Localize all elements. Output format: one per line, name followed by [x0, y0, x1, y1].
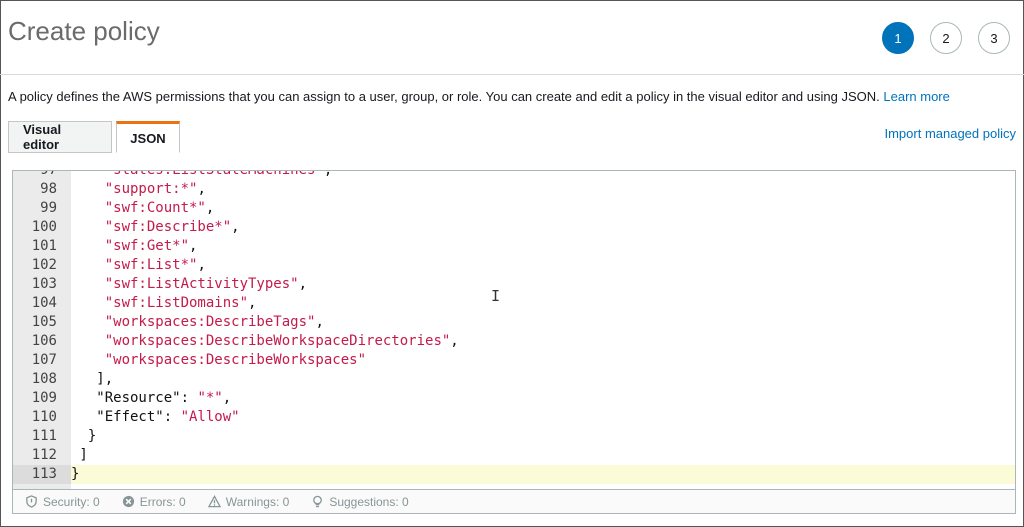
line-number: 113 [13, 465, 71, 484]
string-literal: "swf:Get*" [104, 238, 190, 254]
line-number: 109 [31, 390, 57, 406]
code-lines: 97 "states:ListStateMachines", 98 "suppor… [13, 170, 1015, 484]
learn-more-link[interactable]: Learn more [883, 89, 949, 104]
string-literal: "Allow" [180, 409, 240, 425]
line-number: 105 [31, 314, 57, 330]
code-text: "swf:ListActivityTypes", [104, 276, 308, 292]
code-line[interactable]: 101 "swf:Get*", [13, 237, 1015, 256]
string-literal: "support:*" [104, 181, 198, 197]
code-text: "workspaces:DescribeTags", [104, 314, 324, 330]
string-literal: "workspaces:DescribeWorkspaceDirectories… [104, 333, 451, 349]
shield-icon [26, 495, 37, 508]
code-text: "states:ListStateMachines", [71, 170, 333, 180]
header-divider [0, 74, 1024, 75]
step-indicator: 1 2 3 [882, 22, 1010, 54]
code-text: ], [71, 371, 114, 387]
text-cursor-icon: I [491, 287, 501, 305]
import-managed-policy-link[interactable]: Import managed policy [884, 126, 1016, 141]
code-text: } [71, 428, 97, 444]
errors-status[interactable]: Errors: 0 [122, 495, 186, 509]
code-line[interactable]: 102 "swf:List*", [13, 256, 1015, 275]
warnings-count: Warnings: 0 [225, 494, 290, 509]
string-literal: "workspaces:DescribeTags" [104, 314, 316, 330]
security-status[interactable]: Security: 0 [25, 495, 100, 509]
string-literal: "states:ListStateMachines" [104, 170, 324, 178]
line-number: 112 [31, 447, 57, 463]
line-number: 108 [31, 371, 57, 387]
code-line[interactable]: 107 "workspaces:DescribeWorkspaces" [13, 351, 1015, 370]
security-count: Security: 0 [43, 494, 100, 509]
step-3[interactable]: 3 [978, 22, 1010, 54]
code-line[interactable]: 103 "swf:ListActivityTypes", [13, 275, 1015, 294]
editor-tabs: Visual editor JSON [8, 121, 184, 153]
line-number: 110 [31, 409, 57, 425]
code-line[interactable]: 106 "workspaces:DescribeWorkspaceDirecto… [13, 332, 1015, 351]
code-line[interactable]: 109 "Resource": "*", [13, 389, 1015, 408]
string-literal: "swf:Count*" [104, 200, 206, 216]
page-title: Create policy [8, 16, 160, 46]
code-line[interactable]: 99 "swf:Count*", [13, 199, 1015, 218]
string-literal: "*" [197, 390, 223, 406]
warning-icon [207, 495, 221, 508]
line-number: 107 [31, 352, 57, 368]
code-text: "Effect": "Allow" [71, 409, 240, 425]
code-text: "workspaces:DescribeWorkspaceDirectories… [104, 333, 459, 349]
code-text: ] [71, 447, 88, 463]
line-number: 100 [31, 219, 57, 235]
tab-json[interactable]: JSON [116, 121, 180, 153]
code-text: "swf:Count*", [104, 200, 215, 216]
code-text: } [71, 466, 80, 482]
line-number: 99 [40, 200, 57, 216]
lightbulb-icon [313, 495, 323, 508]
code-line[interactable]: 112 ] [13, 446, 1015, 465]
errors-count: Errors: 0 [139, 494, 186, 509]
code-text: "workspaces:DescribeWorkspaces" [71, 351, 366, 370]
page-description: A policy defines the AWS permissions tha… [8, 89, 950, 104]
tab-visual-editor[interactable]: Visual editor [8, 121, 112, 153]
code-line[interactable]: 108 ], [13, 370, 1015, 389]
code-text: "Resource": "*", [71, 390, 232, 406]
code-line[interactable]: 113} [13, 465, 1015, 484]
line-number: 98 [40, 181, 57, 197]
string-literal: "swf:List*" [104, 257, 198, 273]
warnings-status[interactable]: Warnings: 0 [207, 494, 290, 509]
line-number: 111 [31, 428, 57, 444]
step-2[interactable]: 2 [930, 22, 962, 54]
string-literal: "swf:ListActivityTypes" [104, 276, 299, 292]
code-text: "swf:Describe*", [104, 219, 240, 235]
step-1[interactable]: 1 [882, 22, 914, 54]
code-text: "swf:List*", [104, 257, 206, 273]
code-line[interactable]: 98 "support:*", [13, 180, 1015, 199]
code-text: "swf:ListDomains", [104, 295, 257, 311]
description-text: A policy defines the AWS permissions tha… [8, 89, 880, 104]
string-literal: "workspaces:DescribeWorkspaces" [104, 352, 367, 368]
error-icon [122, 495, 134, 508]
suggestions-count: Suggestions: 0 [329, 494, 409, 509]
suggestions-status[interactable]: Suggestions: 0 [311, 494, 409, 509]
line-number: 106 [31, 333, 57, 349]
code-text: "support:*", [104, 181, 206, 197]
line-number: 103 [31, 276, 57, 292]
code-line[interactable]: 105 "workspaces:DescribeTags", [13, 313, 1015, 332]
code-line[interactable]: 110 "Effect": "Allow" [13, 408, 1015, 427]
string-literal: "swf:Describe*" [104, 219, 232, 235]
string-literal: "swf:ListDomains" [104, 295, 249, 311]
code-line[interactable]: 104 "swf:ListDomains", [13, 294, 1015, 313]
code-line[interactable]: 111 } [13, 427, 1015, 446]
json-code-editor[interactable]: 97 "states:ListStateMachines", 98 "suppor… [12, 170, 1016, 490]
validation-status-bar: Security: 0 Errors: 0 Warnings: 0 Sugges… [12, 490, 1016, 514]
code-line[interactable]: 97 "states:ListStateMachines", [13, 170, 1015, 180]
code-text: "swf:Get*", [104, 238, 198, 254]
line-number: 97 [40, 170, 57, 178]
code-line[interactable]: 100 "swf:Describe*", [13, 218, 1015, 237]
line-number: 102 [31, 257, 57, 273]
line-number: 104 [31, 295, 57, 311]
line-number: 101 [31, 238, 57, 254]
